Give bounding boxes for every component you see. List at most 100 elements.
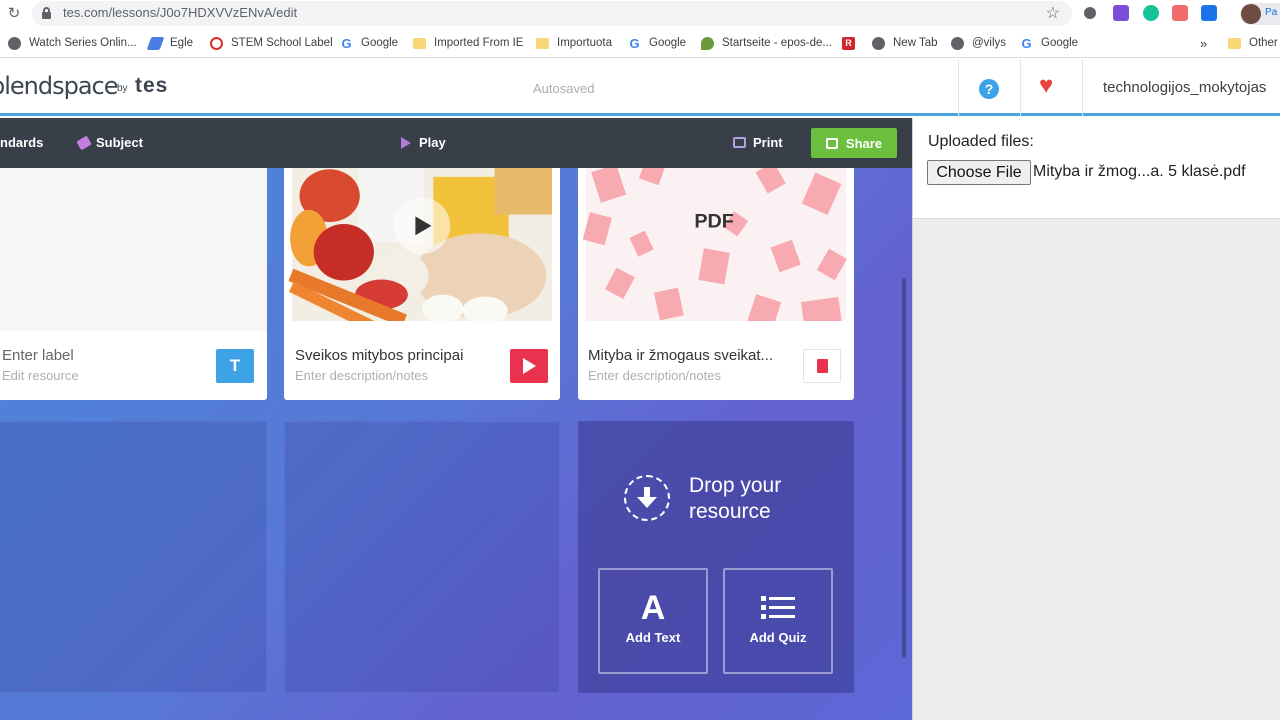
share-button[interactable]: Share xyxy=(811,128,897,158)
card-title[interactable]: Mityba ir žmogaus sveikat... xyxy=(588,347,793,364)
drop-resource-text: Drop your resource xyxy=(689,474,782,523)
bookmark-label: Google xyxy=(649,37,687,49)
play-icon xyxy=(401,136,411,149)
stem-icon xyxy=(210,36,223,50)
heart-icon[interactable]: ♥ xyxy=(1039,72,1053,100)
google-icon: G xyxy=(1021,35,1032,51)
uploaded-files-label: Uploaded files: xyxy=(928,133,1034,150)
pdf-type-badge[interactable] xyxy=(803,349,841,383)
bookmark-item[interactable]: STEM School Label xyxy=(210,35,333,51)
extension-puzzle-icon[interactable] xyxy=(1113,5,1129,21)
selected-filename: Mityba ir žmog...a. 5 klasė.pdf xyxy=(1033,163,1246,180)
choose-file-button[interactable]: Choose File xyxy=(927,160,1031,185)
bookmark-item[interactable]: G Google xyxy=(340,35,398,51)
bookmark-item[interactable]: G Google xyxy=(1020,35,1078,51)
list-icon xyxy=(725,588,831,628)
play-label: Play xyxy=(419,135,446,150)
divider xyxy=(1082,59,1083,116)
divider xyxy=(958,59,959,116)
grammarly-icon[interactable] xyxy=(1143,5,1159,21)
extension-circle-icon[interactable] xyxy=(1084,7,1096,19)
empty-slot[interactable] xyxy=(284,421,560,693)
bookmark-label: Egle xyxy=(170,37,194,49)
bookmark-item[interactable]: New Tab xyxy=(872,35,938,51)
resource-card-text[interactable]: Enter label Edit resource T xyxy=(0,168,267,400)
app-header: blendspace by tes Autosaved ? ♥ technolo… xyxy=(0,59,1280,116)
card-description[interactable]: Edit resource xyxy=(2,368,79,383)
extension-arrow-icon[interactable] xyxy=(1172,5,1188,21)
avatar xyxy=(1241,4,1261,24)
logo[interactable]: blendspace xyxy=(0,72,119,100)
youtube-play-icon xyxy=(522,358,536,374)
lesson-canvas: Enter label Edit resource T Sveikos mity… xyxy=(0,168,912,720)
more-bookmarks-button[interactable]: » xyxy=(1200,35,1207,51)
bookmark-star-icon[interactable]: ☆ xyxy=(1046,3,1060,23)
card-title[interactable]: Sveikos mitybos principai xyxy=(295,347,500,364)
card-thumbnail xyxy=(0,168,267,331)
drop-zone[interactable]: Drop your resource A Add Text Add Quiz xyxy=(578,421,854,693)
scrollbar[interactable] xyxy=(902,278,906,658)
letter-a-icon: A xyxy=(640,589,666,627)
add-text-button[interactable]: A Add Text xyxy=(598,568,708,674)
bookmark-label: Google xyxy=(361,37,399,49)
upload-box: Uploaded files: Choose File Mityba ir žm… xyxy=(912,118,1280,219)
google-icon: G xyxy=(629,35,640,51)
bookmark-label: Other xyxy=(1249,37,1278,49)
help-icon[interactable]: ? xyxy=(979,79,999,99)
divider xyxy=(912,118,913,720)
pdf-thumb-label: PDF xyxy=(694,211,734,233)
bookmark-item[interactable]: G Google xyxy=(628,35,686,51)
feather-icon xyxy=(146,36,165,50)
leaf-icon xyxy=(701,36,714,50)
print-button[interactable]: Print xyxy=(733,135,783,150)
profile-button[interactable]: Pa xyxy=(1240,3,1280,25)
add-quiz-button[interactable]: Add Quiz xyxy=(723,568,833,674)
folder-icon xyxy=(413,37,426,49)
bookmark-folder[interactable]: Importuota xyxy=(536,35,612,51)
other-bookmarks-folder[interactable]: Other xyxy=(1228,35,1278,51)
extension-chart-icon[interactable] xyxy=(1201,5,1217,21)
reload-icon[interactable]: ↻ xyxy=(4,4,24,24)
play-button[interactable]: Play xyxy=(401,135,446,150)
add-quiz-label: Add Quiz xyxy=(749,630,807,645)
logo-brand[interactable]: tes xyxy=(135,74,168,98)
resource-card-video[interactable]: Sveikos mitybos principai Enter descript… xyxy=(284,168,560,400)
video-type-badge[interactable] xyxy=(510,349,548,383)
bookmark-label: New Tab xyxy=(893,37,938,49)
print-label: Print xyxy=(753,135,783,150)
username[interactable]: technologijos_mokytojas xyxy=(1103,79,1266,96)
globe-icon xyxy=(8,36,21,50)
card-description[interactable]: Enter description/notes xyxy=(588,368,721,383)
bookmark-folder[interactable]: Imported From IE xyxy=(413,35,523,51)
text-badge-letter: T xyxy=(229,356,241,375)
bookmark-label: Importuota xyxy=(557,37,612,49)
folder-icon xyxy=(1228,37,1241,49)
divider xyxy=(1020,59,1021,116)
bookmark-item[interactable]: Startseite - epos-de... xyxy=(701,35,832,51)
bookmarks-bar: Watch Series Onlin... Egle STEM School L… xyxy=(0,28,1280,58)
bookmark-item[interactable]: R xyxy=(842,35,863,51)
url-text[interactable]: tes.com/lessons/J0o7HDXVVzENvA/edit xyxy=(63,5,297,20)
bookmark-item[interactable]: Watch Series Onlin... xyxy=(8,35,137,51)
upload-panel: Uploaded files: Choose File Mityba ir žm… xyxy=(912,118,1280,720)
add-text-label: Add Text xyxy=(625,630,681,645)
bookmark-label: Startseite - epos-de... xyxy=(722,37,832,49)
subject-button[interactable]: Subject xyxy=(76,135,143,150)
standards-label: ndards xyxy=(0,135,44,150)
bookmark-item[interactable]: @vilys xyxy=(951,35,1006,51)
bookmark-item[interactable]: Egle xyxy=(146,35,194,51)
globe-icon xyxy=(872,36,885,50)
card-description[interactable]: Enter description/notes xyxy=(295,368,428,383)
standards-button[interactable]: ndards xyxy=(0,135,43,150)
pdf-thumbnail: PDF xyxy=(582,168,847,321)
card-title[interactable]: Enter label xyxy=(2,347,74,364)
resource-card-pdf[interactable]: PDF Mityba ir žmogaus sveikat... Enter d… xyxy=(578,168,854,400)
bookmark-label: Watch Series Onlin... xyxy=(29,37,137,49)
bookmark-label: Imported From IE xyxy=(434,37,524,49)
tag-icon xyxy=(76,135,92,150)
text-type-badge[interactable]: T xyxy=(216,349,254,383)
address-bar[interactable]: tes.com/lessons/J0o7HDXVVzENvA/edit ☆ xyxy=(32,1,1072,26)
profile-label: Pa xyxy=(1265,7,1278,18)
empty-slot[interactable] xyxy=(0,421,267,693)
subject-label: Subject xyxy=(96,135,143,150)
